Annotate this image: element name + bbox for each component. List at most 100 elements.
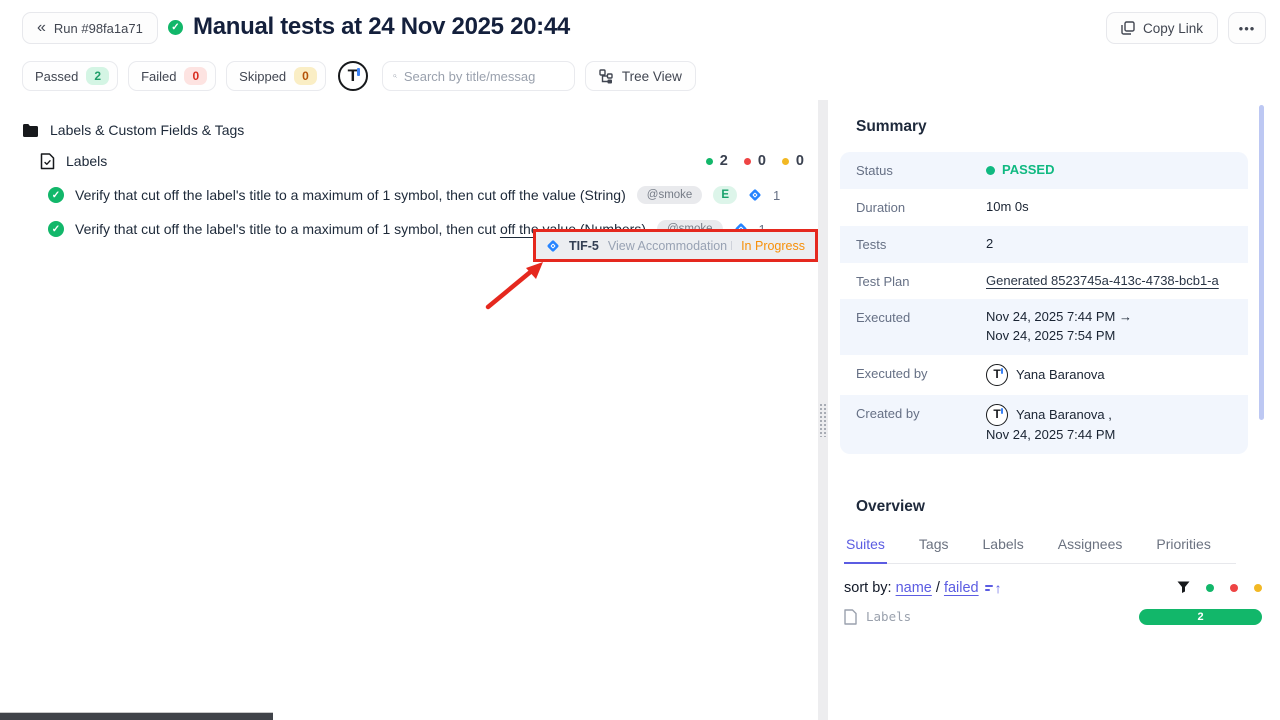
more-actions-button[interactable]: ••• (1228, 12, 1266, 44)
sort-by-name-link[interactable]: name (896, 580, 932, 596)
passed-count-badge: 2 (86, 67, 109, 85)
sort-separator: / (936, 580, 940, 596)
skipped-count-badge: 0 (294, 67, 317, 85)
passed-filter-chip[interactable]: Passed 2 (22, 61, 118, 91)
tree-view-icon (599, 69, 614, 84)
copy-link-label: Copy Link (1143, 21, 1203, 36)
run-report-page: « Run #98fa1a71 ✓ Manual tests at 24 Nov… (0, 0, 1280, 720)
tab-labels[interactable]: Labels (981, 530, 1026, 563)
sort-by-failed-link[interactable]: failed (944, 580, 979, 596)
tests-value: 2 (986, 235, 993, 254)
folder-icon (22, 123, 39, 138)
search-input[interactable] (404, 69, 564, 84)
failed-filter-label: Failed (141, 69, 176, 84)
status-label: Status (856, 161, 986, 178)
summary-row-status: Status PASSED (840, 152, 1248, 189)
skipped-dot-icon (782, 158, 789, 165)
test-tree-pane: Labels & Custom Fields & Tags Labels 2 0 (0, 104, 818, 714)
user-filter-avatar[interactable]: T (338, 61, 368, 91)
suite-label: Labels (66, 153, 107, 169)
test-plan-link[interactable]: Generated 8523745a-413c-4738-bcb1-a (986, 272, 1219, 291)
ellipsis-icon: ••• (1239, 21, 1256, 36)
summary-sidebar: Summary Status PASSED Duration 10m 0s Te… (828, 104, 1280, 720)
sidebar-scrollbar[interactable] (1259, 105, 1264, 420)
passed-bar-segment: 2 (1139, 609, 1262, 625)
suite-passed-count: 2 (706, 153, 728, 169)
created-by-value: T Yana Baranova , Nov 24, 2025 7:44 PM (986, 404, 1115, 445)
title-group: ✓ Manual tests at 24 Nov 2025 20:44 (168, 13, 570, 41)
skipped-filter-label: Skipped (239, 69, 286, 84)
passed-dot-icon (706, 158, 713, 165)
overview-suite-link[interactable]: Labels (866, 609, 911, 624)
passed-filter-label: Passed (35, 69, 78, 84)
executed-by-label: Executed by (856, 364, 986, 381)
sort-direction-arrow-icon[interactable]: ↑ (995, 580, 1002, 596)
tests-label: Tests (856, 235, 986, 252)
issue-key[interactable]: TIF-5 (569, 239, 599, 253)
sort-row: sort by: name / failed ↑ (844, 580, 1262, 596)
filter-funnel-icon[interactable] (1177, 581, 1190, 594)
legend-skipped-dot (1254, 584, 1262, 592)
executed-by-value: T Yana Baranova (986, 364, 1105, 386)
overview-heading: Overview (856, 498, 1280, 516)
tab-tags[interactable]: Tags (917, 530, 951, 563)
avatar-accent-mark (1001, 368, 1004, 374)
legend-passed-dot (1206, 584, 1214, 592)
sort-by-label: sort by: (844, 580, 892, 596)
failed-filter-chip[interactable]: Failed 0 (128, 61, 216, 91)
overview-labels-row[interactable]: Labels 2 (844, 609, 1262, 625)
tree-view-button[interactable]: Tree View (585, 61, 696, 91)
duration-value: 10m 0s (986, 198, 1029, 217)
tree-suite-row[interactable]: Labels 2 0 0 (40, 147, 804, 175)
failed-dot-icon (744, 158, 751, 165)
folder-label: Labels & Custom Fields & Tags (50, 122, 244, 138)
created-by-label: Created by (856, 404, 986, 421)
jira-issue-icon[interactable] (748, 188, 762, 202)
summary-row-executed: Executed Nov 24, 2025 7:44 PM → Nov 24, … (840, 299, 1248, 355)
suite-skipped-count: 0 (782, 153, 804, 169)
failed-count-badge: 0 (184, 67, 207, 85)
smoke-tag-pill[interactable]: @smoke (637, 186, 703, 204)
back-to-run-button[interactable]: « Run #98fa1a71 (22, 12, 158, 44)
summary-table: Status PASSED Duration 10m 0s Tests 2 Te… (840, 152, 1248, 454)
sort-lines-icon (985, 585, 993, 591)
tab-priorities[interactable]: Priorities (1154, 530, 1212, 563)
summary-row-executed-by: Executed by T Yana Baranova (840, 355, 1248, 395)
summary-row-created-by: Created by T Yana Baranova , Nov 24, 202… (840, 395, 1248, 454)
filter-bar: Passed 2 Failed 0 Skipped 0 T (22, 61, 696, 91)
passed-check-icon: ✓ (168, 20, 183, 35)
bottom-bar (0, 712, 273, 720)
status-legend (1177, 581, 1262, 594)
test-passed-icon: ✓ (48, 187, 64, 203)
search-icon (393, 69, 397, 83)
test-plan-label: Test Plan (856, 272, 986, 289)
jira-issue-tooltip[interactable]: TIF-5 View Accommodation Det... In Progr… (533, 229, 818, 262)
tab-assignees[interactable]: Assignees (1056, 530, 1125, 563)
summary-row-test-plan: Test Plan Generated 8523745a-413c-4738-b… (840, 263, 1248, 300)
issue-title: View Accommodation Det... (608, 239, 732, 253)
suite-file-icon (844, 609, 857, 625)
header: « Run #98fa1a71 ✓ Manual tests at 24 Nov… (0, 0, 1280, 56)
duration-label: Duration (856, 198, 986, 215)
user-avatar: T (986, 404, 1008, 426)
summary-heading: Summary (856, 118, 1280, 136)
pane-resizer[interactable] (818, 100, 828, 720)
suite-file-icon (40, 153, 55, 170)
issue-count: 1 (773, 188, 780, 203)
copy-link-button[interactable]: Copy Link (1106, 12, 1218, 44)
executed-label: Executed (856, 308, 986, 325)
tab-suites[interactable]: Suites (844, 530, 887, 564)
artifact-badge[interactable]: E (713, 186, 737, 204)
back-chevron-icon: « (37, 20, 46, 36)
search-box (382, 61, 575, 91)
avatar-accent-mark (357, 68, 360, 76)
copy-icon (1121, 21, 1135, 35)
overview-tabs: Suites Tags Labels Assignees Priorities (844, 530, 1236, 564)
skipped-filter-chip[interactable]: Skipped 0 (226, 61, 326, 91)
test-row-string[interactable]: ✓ Verify that cut off the label's title … (48, 181, 818, 209)
issue-status-badge: In Progress (741, 239, 805, 253)
jira-issue-icon (546, 239, 560, 253)
resizer-grip-icon (819, 403, 827, 437)
executed-value: Nov 24, 2025 7:44 PM → Nov 24, 2025 7:54… (986, 308, 1132, 346)
tree-folder-row[interactable]: Labels & Custom Fields & Tags (22, 116, 818, 144)
